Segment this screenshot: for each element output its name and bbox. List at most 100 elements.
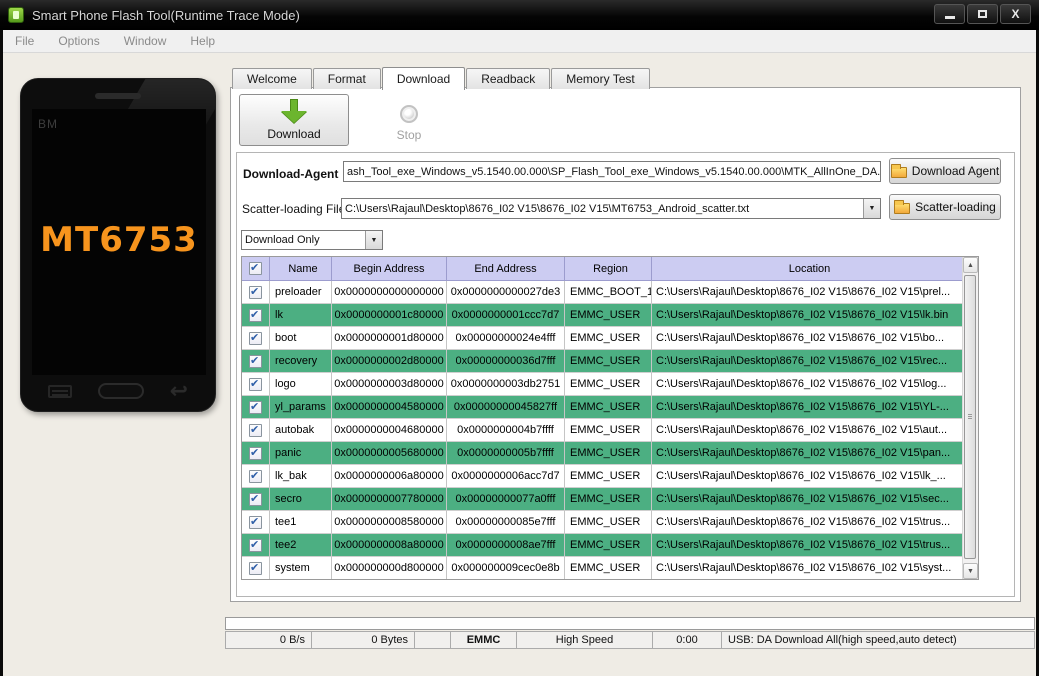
cell-name: yl_params [270, 396, 332, 419]
scroll-up-icon[interactable]: ▲ [963, 257, 978, 273]
cell-location: C:\Users\Rajaul\Desktop\8676_I02 V15\867… [652, 419, 964, 442]
cell-begin-address: 0x0000000006a80000 [332, 465, 447, 488]
cell-begin-address: 0x0000000004580000 [332, 396, 447, 419]
row-checkbox[interactable] [242, 442, 270, 465]
tab-welcome[interactable]: Welcome [232, 68, 312, 89]
status-elapsed-time: 0:00 [653, 631, 722, 649]
cell-begin-address: 0x0000000008a80000 [332, 534, 447, 557]
download-button-label: Download [267, 127, 321, 141]
scrollbar-thumb[interactable] [964, 275, 976, 559]
checkbox-icon [249, 538, 262, 552]
menu-file[interactable]: File [3, 34, 46, 48]
status-usb-info: USB: DA Download All(high speed,auto det… [722, 631, 1035, 649]
minimize-button[interactable] [934, 4, 965, 24]
tab-readback[interactable]: Readback [466, 68, 551, 89]
row-checkbox[interactable] [242, 281, 270, 304]
table-row[interactable]: boot0x0000000001d800000x00000000024e4fff… [242, 327, 978, 350]
chevron-down-icon[interactable]: ▼ [863, 199, 880, 218]
checkbox-icon [249, 469, 262, 483]
table-row[interactable]: system0x000000000d8000000x000000009cec0e… [242, 557, 978, 579]
stop-icon [400, 105, 418, 123]
app-icon [8, 7, 24, 23]
header-begin-address[interactable]: Begin Address [332, 257, 447, 281]
checkbox-icon [249, 354, 262, 368]
header-region[interactable]: Region [565, 257, 652, 281]
download-mode-select[interactable]: Download Only ▼ [241, 230, 383, 250]
maximize-icon [978, 10, 987, 18]
download-button[interactable]: Download [239, 94, 349, 146]
checkbox-icon [249, 515, 262, 529]
scatter-loading-button[interactable]: Scatter-loading [889, 194, 1001, 220]
menu-window[interactable]: Window [112, 34, 179, 48]
checkbox-icon [249, 423, 262, 437]
checkbox-icon [249, 285, 262, 299]
cell-end-address: 0x00000000045827ff [447, 396, 565, 419]
cell-location: C:\Users\Rajaul\Desktop\8676_I02 V15\867… [652, 511, 964, 534]
table-row[interactable]: yl_params0x00000000045800000x00000000045… [242, 396, 978, 419]
download-agent-button[interactable]: Download Agent [889, 158, 1001, 184]
cell-end-address: 0x00000000024e4fff [447, 327, 565, 350]
table-row[interactable]: lk0x0000000001c800000x0000000001ccc7d7EM… [242, 304, 978, 327]
download-agent-path: ash_Tool_exe_Windows_v5.1540.00.000\SP_F… [347, 165, 881, 178]
maximize-button[interactable] [967, 4, 998, 24]
row-checkbox[interactable] [242, 419, 270, 442]
table-row[interactable]: recovery0x0000000002d800000x00000000036d… [242, 350, 978, 373]
progress-bar [225, 617, 1035, 630]
tab-memory-test[interactable]: Memory Test [551, 68, 650, 89]
header-name[interactable]: Name [270, 257, 332, 281]
header-location[interactable]: Location [652, 257, 964, 281]
phone-chip-label: MT6753 [40, 220, 198, 260]
cell-name: logo [270, 373, 332, 396]
status-bytes: 0 Bytes [312, 631, 415, 649]
row-checkbox[interactable] [242, 373, 270, 396]
scatter-file-path: C:\Users\Rajaul\Desktop\8676_I02 V15\867… [345, 202, 750, 215]
chevron-down-icon[interactable]: ▼ [365, 231, 382, 249]
menu-options[interactable]: Options [46, 34, 111, 48]
row-checkbox[interactable] [242, 557, 270, 579]
tab-download[interactable]: Download [381, 67, 466, 90]
table-row[interactable]: lk_bak0x0000000006a800000x0000000006acc7… [242, 465, 978, 488]
tab-format[interactable]: Format [312, 68, 381, 89]
row-checkbox[interactable] [242, 350, 270, 373]
stop-button[interactable]: Stop [377, 94, 441, 146]
close-button[interactable]: X [1000, 4, 1031, 24]
menu-help[interactable]: Help [178, 34, 227, 48]
phone-screen: BM MT6753 [32, 109, 206, 375]
window-controls: X [934, 4, 1031, 24]
cell-begin-address: 0x0000000001c80000 [332, 304, 447, 327]
scatter-file-combobox[interactable]: C:\Users\Rajaul\Desktop\8676_I02 V15\867… [341, 198, 881, 219]
minimize-icon [944, 16, 955, 19]
row-checkbox[interactable] [242, 396, 270, 419]
header-end-address[interactable]: End Address [447, 257, 565, 281]
cell-location: C:\Users\Rajaul\Desktop\8676_I02 V15\867… [652, 396, 964, 419]
app-window: Smart Phone Flash Tool(Runtime Trace Mod… [0, 0, 1039, 676]
cell-region: EMMC_USER [565, 304, 652, 327]
cell-region: EMMC_USER [565, 534, 652, 557]
table-row[interactable]: preloader0x00000000000000000x00000000000… [242, 281, 978, 304]
table-row[interactable]: tee10x00000000085800000x00000000085e7fff… [242, 511, 978, 534]
table-row[interactable]: panic0x00000000056800000x0000000005b7fff… [242, 442, 978, 465]
download-agent-input[interactable]: ash_Tool_exe_Windows_v5.1540.00.000\SP_F… [343, 161, 881, 182]
row-checkbox[interactable] [242, 304, 270, 327]
row-checkbox[interactable] [242, 511, 270, 534]
checkbox-icon [249, 400, 262, 414]
table-row[interactable]: tee20x0000000008a800000x0000000008ae7fff… [242, 534, 978, 557]
table-row[interactable]: autobak0x00000000046800000x0000000004b7f… [242, 419, 978, 442]
row-checkbox[interactable] [242, 488, 270, 511]
table-row[interactable]: secro0x00000000077800000x00000000077a0ff… [242, 488, 978, 511]
cell-end-address: 0x00000000077a0fff [447, 488, 565, 511]
row-checkbox[interactable] [242, 465, 270, 488]
row-checkbox[interactable] [242, 327, 270, 350]
scroll-down-icon[interactable]: ▼ [963, 563, 978, 579]
row-checkbox[interactable] [242, 534, 270, 557]
header-select-all-checkbox[interactable] [242, 257, 270, 281]
table-scrollbar[interactable]: ▲ ▼ [962, 257, 978, 579]
cell-end-address: 0x00000000036d7fff [447, 350, 565, 373]
table-row[interactable]: logo0x0000000003d800000x0000000003db2751… [242, 373, 978, 396]
download-agent-button-label: Download Agent [911, 164, 1000, 178]
cell-location: C:\Users\Rajaul\Desktop\8676_I02 V15\867… [652, 350, 964, 373]
phone-menu-icon [48, 384, 72, 398]
cell-end-address: 0x000000009cec0e8b [447, 557, 565, 579]
checkbox-icon [249, 377, 262, 391]
cell-region: EMMC_USER [565, 511, 652, 534]
